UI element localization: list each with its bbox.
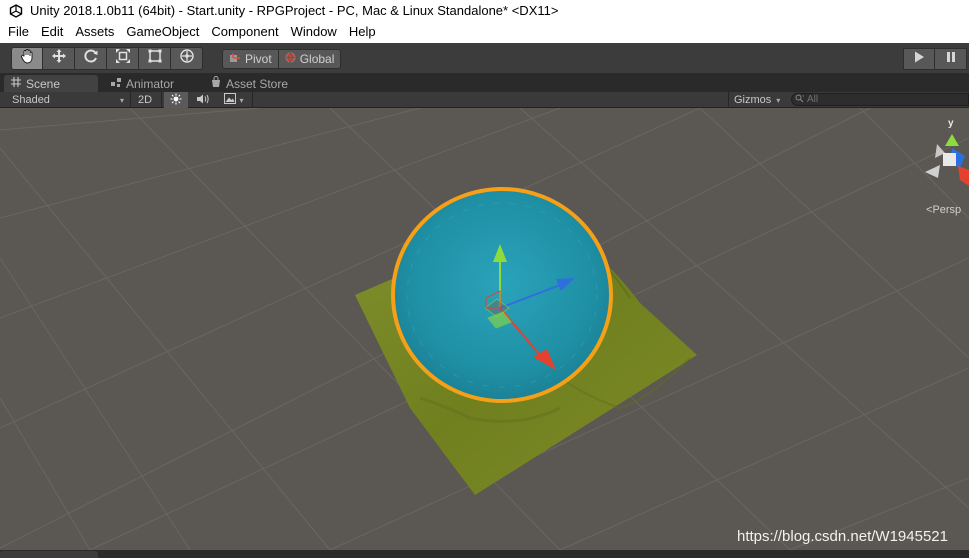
scene-effects-dropdown[interactable]: ▾ <box>219 92 249 108</box>
pause-icon <box>944 50 958 69</box>
dropdown-arrow-icon: ▾ <box>239 95 244 105</box>
search-placeholder: All <box>807 94 819 105</box>
scene-view-toolbar: Shaded ▾ 2D ▾ Gizmos ▾ All <box>0 92 969 108</box>
dropdown-arrow-icon: ▾ <box>776 95 781 105</box>
global-icon <box>285 52 296 66</box>
toolbar-divider <box>252 92 253 108</box>
projection-label: Persp <box>932 204 962 216</box>
move-tool-icon <box>51 48 67 69</box>
menu-window[interactable]: Window <box>285 21 343 43</box>
unity-logo-icon <box>8 3 24 19</box>
gizmo-y-label: y <box>948 118 954 129</box>
rect-tool-button[interactable] <box>139 47 171 70</box>
window-title-bar: Unity 2018.1.0b11 (64bit) - Start.unity … <box>0 0 969 21</box>
orientation-gizmo[interactable] <box>925 134 969 186</box>
pause-button[interactable] <box>935 48 967 70</box>
menu-gameobject[interactable]: GameObject <box>120 21 205 43</box>
animator-icon <box>110 76 122 91</box>
tab-asset-store-label: Asset Store <box>226 76 289 91</box>
transform-tool-icon <box>179 48 195 69</box>
rotate-tool-button[interactable] <box>75 47 107 70</box>
move-tool-button[interactable] <box>43 47 75 70</box>
scene-lighting-toggle[interactable] <box>164 92 188 108</box>
tab-animator[interactable]: Animator <box>104 75 174 92</box>
menu-help[interactable]: Help <box>343 21 382 43</box>
image-effects-icon <box>224 93 237 107</box>
tab-animator-label: Animator <box>126 76 175 91</box>
window-title: Unity 2018.1.0b11 (64bit) - Start.unity … <box>30 3 559 18</box>
play-button[interactable] <box>903 48 935 70</box>
editor-tab-bar: Scene Animator Asset Store <box>0 74 969 92</box>
bottom-panel-tab[interactable] <box>0 551 98 558</box>
global-label: Global <box>299 52 335 66</box>
menu-edit[interactable]: Edit <box>35 21 69 43</box>
rotate-tool-icon <box>83 48 99 69</box>
water-plane[interactable] <box>391 187 613 403</box>
menu-file[interactable]: File <box>2 21 35 43</box>
hand-tool-icon <box>19 48 35 69</box>
scene-viewport[interactable]: y <Persp <box>0 108 969 550</box>
global-toggle-button[interactable]: Global <box>278 49 342 69</box>
gizmos-label: Gizmos <box>734 94 772 106</box>
mode-2d-label: 2D <box>137 94 153 106</box>
scene-grid-icon <box>10 76 22 91</box>
play-icon <box>912 50 926 69</box>
rect-tool-icon <box>147 48 163 69</box>
toolbar-divider <box>728 92 729 108</box>
play-controls <box>903 48 967 70</box>
transform-tools <box>11 47 203 70</box>
sun-icon <box>170 93 182 108</box>
scene-search-field[interactable]: All <box>791 93 969 106</box>
mode-2d-toggle[interactable]: 2D <box>131 92 159 108</box>
asset-store-icon <box>210 76 222 91</box>
toolbar-divider <box>161 92 162 108</box>
scale-tool-button[interactable] <box>107 47 139 70</box>
tab-scene[interactable]: Scene <box>4 75 98 92</box>
projection-toggle[interactable]: <Persp <box>926 204 961 216</box>
pivot-label: Pivot <box>245 52 272 66</box>
search-icon <box>795 94 805 106</box>
bottom-panel-strip <box>0 550 969 558</box>
menu-assets[interactable]: Assets <box>69 21 120 43</box>
pivot-rotation-group: Pivot Global <box>222 49 342 69</box>
shading-mode-label: Shaded <box>12 94 50 106</box>
dropdown-arrow-icon: ▾ <box>119 95 124 105</box>
hand-tool-button[interactable] <box>11 47 43 70</box>
pivot-toggle-button[interactable]: Pivot <box>222 49 279 69</box>
shading-mode-dropdown[interactable]: Shaded ▾ <box>12 92 126 108</box>
pivot-icon <box>229 52 241 66</box>
scene-audio-toggle[interactable] <box>192 92 214 108</box>
watermark-text: https://blog.csdn.net/W1945521 <box>737 528 948 545</box>
menu-bar: File Edit Assets GameObject Component Wi… <box>0 21 969 43</box>
speaker-icon <box>196 93 210 108</box>
scale-tool-icon <box>115 48 131 69</box>
tab-scene-label: Scene <box>26 76 61 91</box>
scene-canvas <box>0 108 969 550</box>
tab-asset-store[interactable]: Asset Store <box>204 75 288 92</box>
transform-tool-button[interactable] <box>171 47 203 70</box>
menu-component[interactable]: Component <box>205 21 284 43</box>
gizmos-dropdown[interactable]: Gizmos ▾ <box>734 92 786 108</box>
